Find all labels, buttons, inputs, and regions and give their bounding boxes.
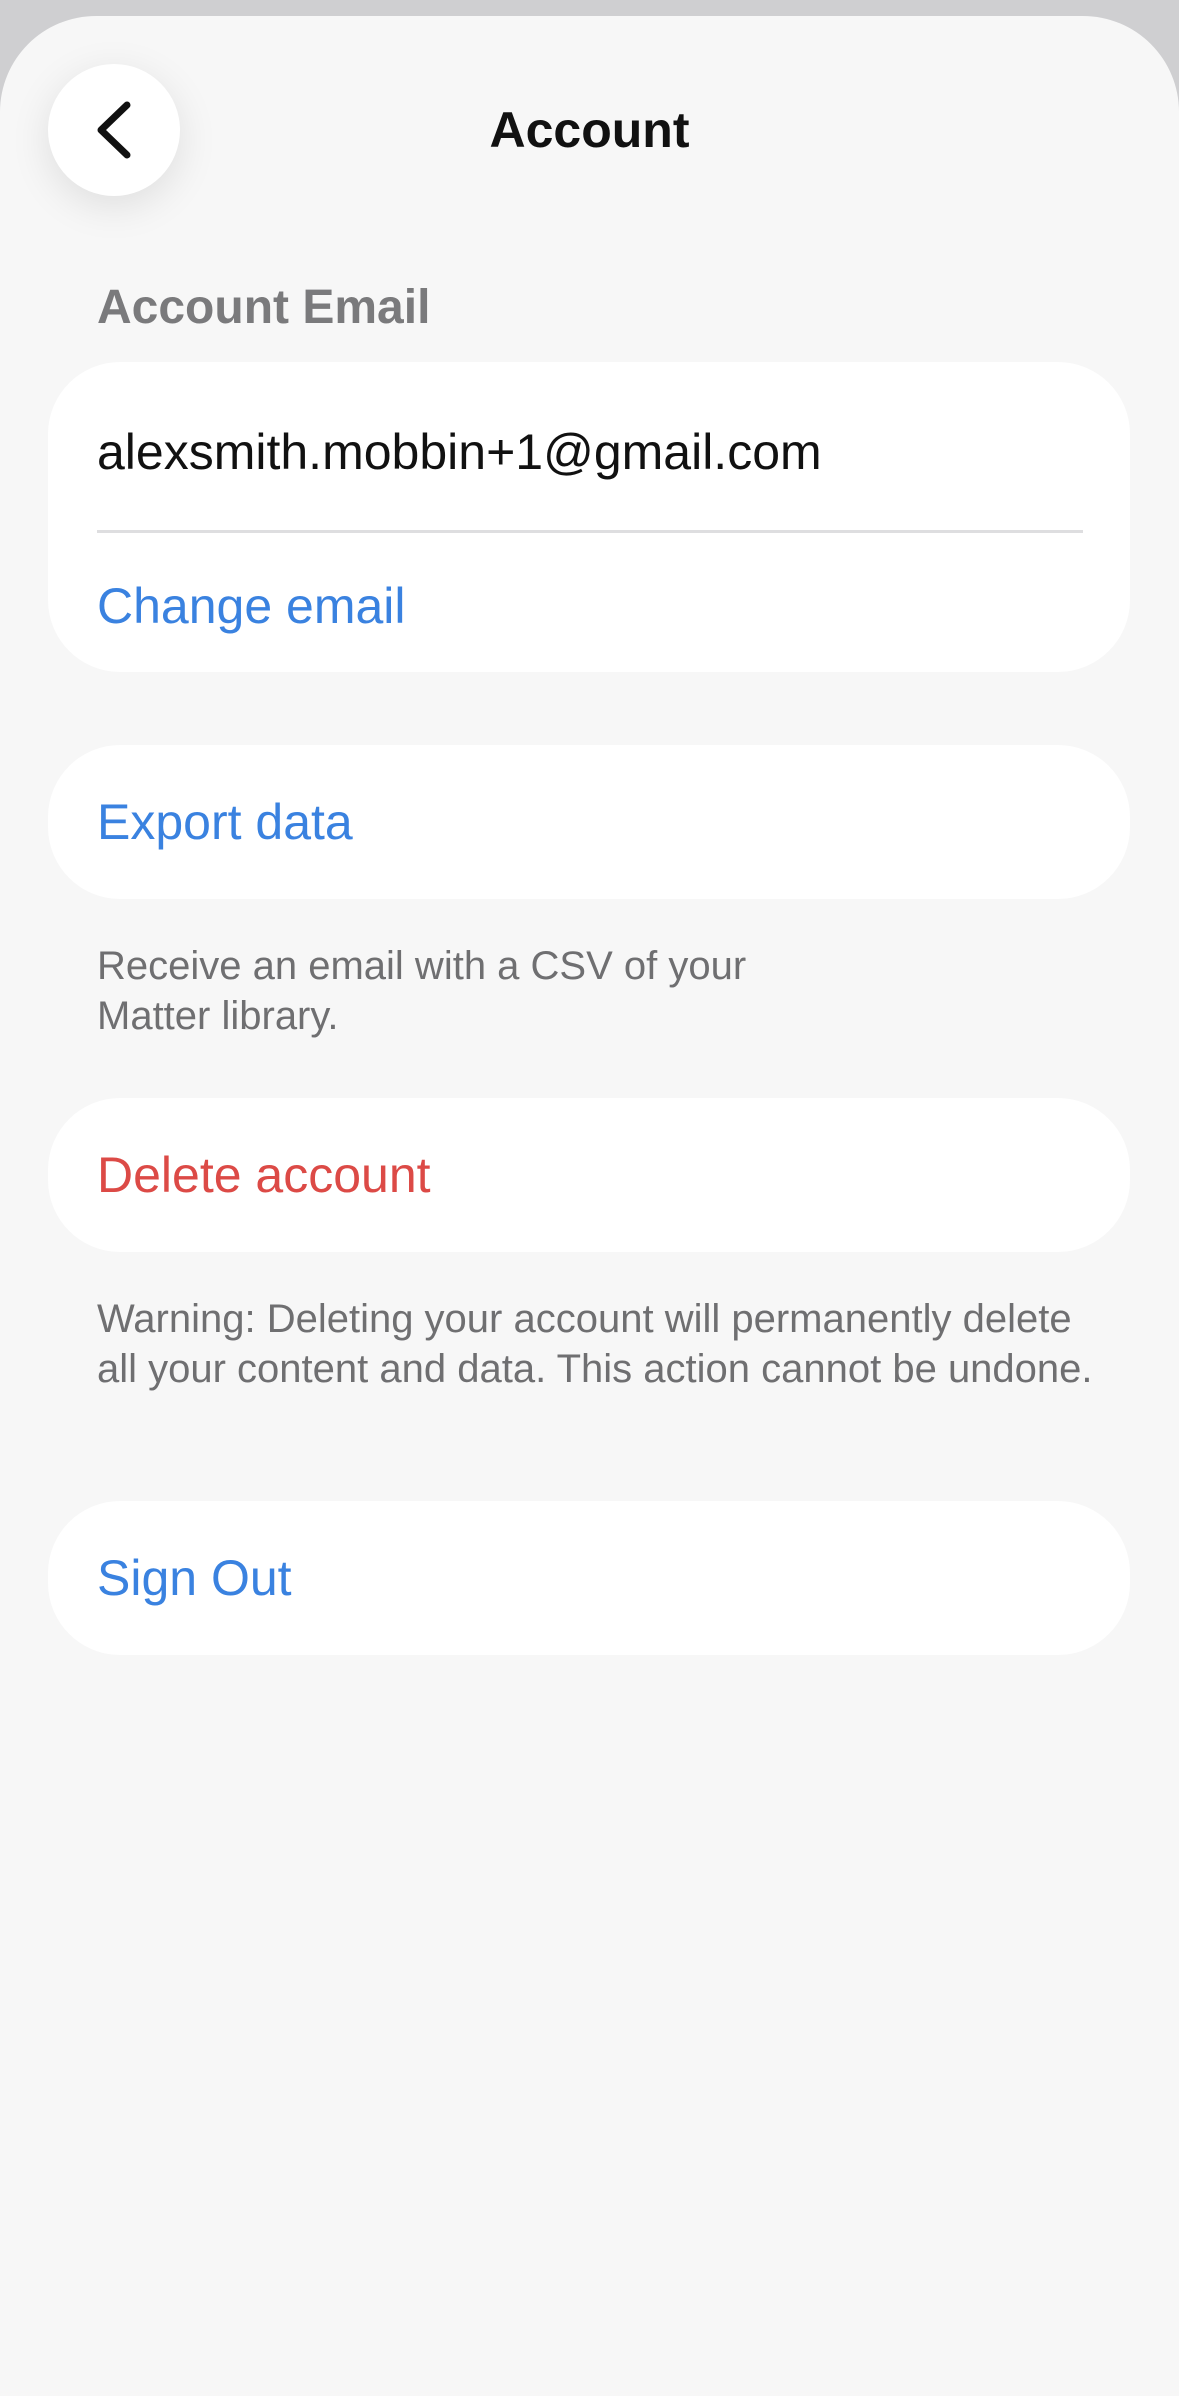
change-email-button[interactable]: Change email bbox=[97, 576, 406, 636]
account-screen: Account Account Email alexsmith.mobbin+1… bbox=[0, 16, 1179, 2396]
page-title: Account bbox=[489, 102, 690, 158]
delete-account-warning: Warning: Deleting your account will perm… bbox=[97, 1297, 1093, 1391]
sign-out-card[interactable]: Sign Out bbox=[48, 1501, 1130, 1655]
email-value: alexsmith.mobbin+1@gmail.com bbox=[97, 424, 822, 480]
account-email-label: Account Email bbox=[97, 281, 431, 334]
export-data-note: Receive an email with a CSV of your Matt… bbox=[97, 944, 747, 1038]
delete-account-button[interactable]: Delete account bbox=[97, 1145, 431, 1205]
account-email-card: alexsmith.mobbin+1@gmail.com Change emai… bbox=[48, 362, 1130, 672]
export-data-card[interactable]: Export data bbox=[48, 745, 1130, 899]
export-data-button[interactable]: Export data bbox=[97, 792, 353, 852]
divider bbox=[97, 530, 1083, 533]
delete-account-card[interactable]: Delete account bbox=[48, 1098, 1130, 1252]
sign-out-button[interactable]: Sign Out bbox=[97, 1548, 292, 1608]
